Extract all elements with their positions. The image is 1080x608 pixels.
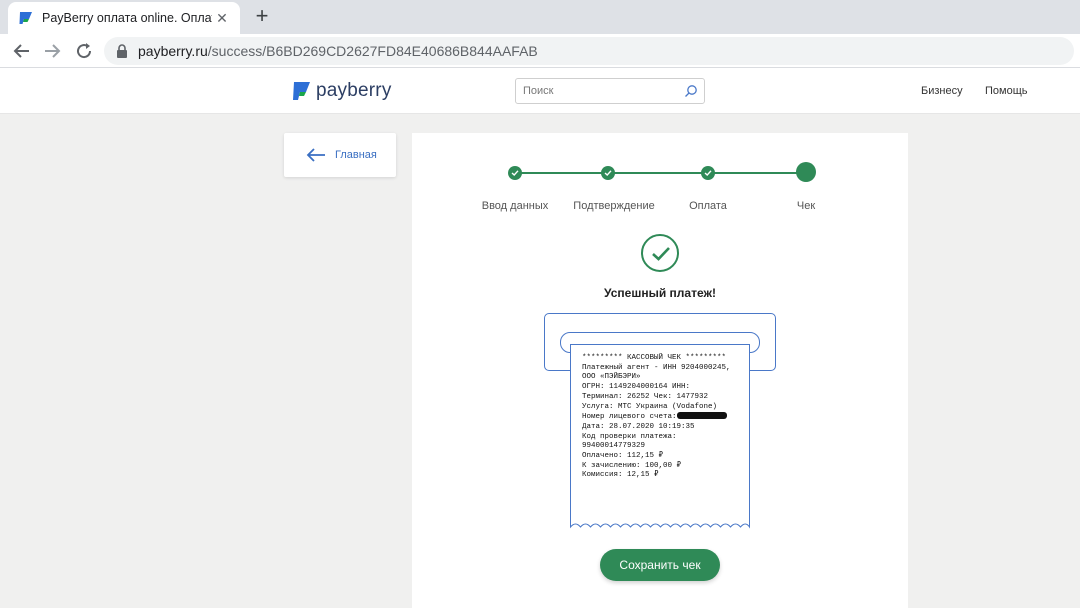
payberry-favicon-icon xyxy=(19,12,32,24)
save-receipt-button[interactable]: Сохранить чек xyxy=(600,549,720,581)
close-tab-icon[interactable]: ✕ xyxy=(214,10,230,26)
step-label-input: Ввод данных xyxy=(481,200,549,212)
receipt-line: ООО «ПЭЙБЭРИ» xyxy=(582,373,641,382)
check-icon xyxy=(511,170,519,176)
check-icon xyxy=(704,170,712,176)
step-label-payment: Оплата xyxy=(689,200,727,212)
back-arrow-icon[interactable] xyxy=(10,39,34,63)
payberry-logo-icon xyxy=(293,82,310,100)
receipt-line: Платежный агент - ИНН 9204000245, xyxy=(582,363,731,372)
browser-tab[interactable]: PayBerry оплата online. Оплата з ✕ xyxy=(8,2,240,34)
payberry-logo[interactable]: payberry xyxy=(292,80,392,102)
receipt-line: Оплачено: 112,15 ₽ xyxy=(582,452,664,461)
browser-toolbar: payberry.ru/success/B6BD269CD2627FD84E40… xyxy=(0,34,1080,68)
arrow-left-icon xyxy=(306,148,325,162)
home-back-button[interactable]: Главная xyxy=(284,133,396,177)
step-4-current-dot xyxy=(796,162,816,182)
receipt-line: Код проверки платежа: xyxy=(582,432,677,441)
receipt: ********* КАССОВЫЙ ЧЕК ********* Платежн… xyxy=(570,344,750,526)
redacted-account-mark xyxy=(676,412,727,420)
lock-icon xyxy=(117,44,127,58)
receipt-line: ОГРН: 1149204000164 ИНН: xyxy=(582,383,691,392)
receipt-line: Комиссия: 12,15 ₽ xyxy=(582,471,659,480)
step-3-done-dot xyxy=(701,166,715,180)
reload-icon[interactable] xyxy=(72,39,96,63)
forward-arrow-icon[interactable] xyxy=(40,39,64,63)
step-1-done-dot xyxy=(508,166,522,180)
receipt-account-line: Номер лицевого счета: xyxy=(582,412,749,423)
receipt-line: 99400014779329 xyxy=(582,442,646,451)
site-header: payberry Бизнесу Помощь xyxy=(0,68,1080,114)
nav-link-business[interactable]: Бизнесу xyxy=(921,85,963,97)
home-back-label: Главная xyxy=(335,149,377,161)
receipt-line: Номер лицевого счета: xyxy=(582,413,677,422)
url-path: /success/B6BD269CD2627FD84E40686B844AAFA… xyxy=(207,43,538,59)
payment-result-card: Ввод данных Подтверждение Оплата Чек Усп… xyxy=(412,133,908,608)
stepper-line xyxy=(515,172,808,174)
receipt-line: ********* КАССОВЫЙ ЧЕК ********* xyxy=(582,354,727,362)
success-check-icon xyxy=(641,234,679,272)
search-box xyxy=(515,78,705,104)
new-tab-icon[interactable]: + xyxy=(251,5,273,27)
nav-link-help[interactable]: Помощь xyxy=(985,85,1028,97)
step-label-confirm: Подтверждение xyxy=(573,200,655,212)
step-2-done-dot xyxy=(601,166,615,180)
browser-tab-bar: PayBerry оплата online. Оплата з ✕ + xyxy=(0,0,1080,34)
search-input[interactable] xyxy=(516,79,676,103)
receipt-line: Терминал: 26252 Чек: 1477932 xyxy=(582,392,709,401)
address-bar[interactable]: payberry.ru/success/B6BD269CD2627FD84E40… xyxy=(104,37,1074,65)
logo-text: payberry xyxy=(316,80,392,101)
receipt-line: Услуга: МТС Украина (Vodafone) xyxy=(582,402,718,411)
tab-title: PayBerry оплата online. Оплата з xyxy=(42,11,212,25)
check-icon xyxy=(604,170,612,176)
receipt-torn-edge xyxy=(570,519,750,529)
success-title: Успешный платеж! xyxy=(604,286,716,300)
step-label-receipt: Чек xyxy=(796,200,816,212)
receipt-line: К зачислению: 100,00 ₽ xyxy=(582,461,682,470)
search-icon[interactable] xyxy=(684,84,698,98)
receipt-line: Дата: 28.07.2020 10:19:35 xyxy=(582,422,695,431)
url-host: payberry.ru xyxy=(138,43,208,59)
payment-stepper: Ввод данных Подтверждение Оплата Чек xyxy=(412,133,908,223)
